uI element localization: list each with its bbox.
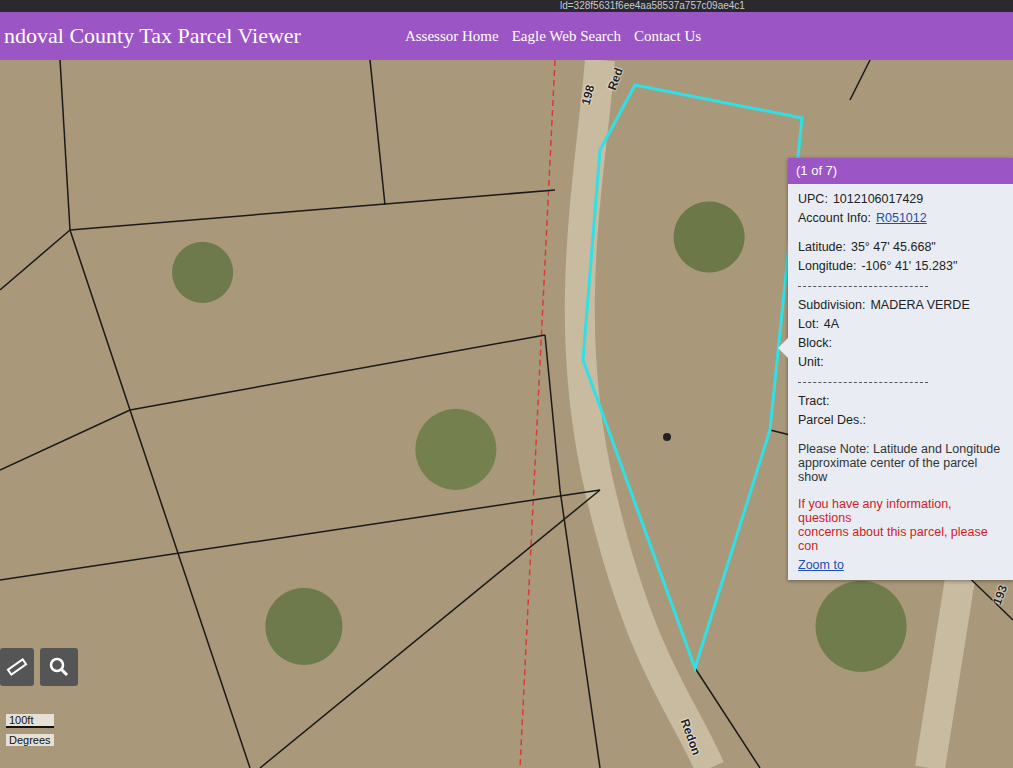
parcel-center-dot <box>663 433 671 441</box>
nav-link[interactable]: Assessor Home <box>405 28 499 45</box>
parcel-line[interactable] <box>560 490 600 768</box>
popup-field: Tract: <box>798 394 1007 410</box>
map-tools <box>0 648 78 686</box>
zoom-to-link[interactable]: Zoom to <box>798 558 1007 572</box>
parcel-line[interactable] <box>70 230 130 410</box>
field-label: Longitude: <box>798 259 856 275</box>
selected-parcel[interactable] <box>583 85 802 668</box>
field-label: Parcel Des.: <box>798 413 866 429</box>
parcel-line[interactable] <box>545 335 560 490</box>
parcel-viewer: ld=328f5631f6ee4aa58537a757c09ae4c1ndova… <box>0 0 1013 768</box>
url-text: ld=328f5631f6ee4aa58537a757c09ae4c1 <box>560 0 745 12</box>
field-value: 1012106017429 <box>833 192 923 208</box>
field-label: Tract: <box>798 394 829 410</box>
parcel-line[interactable] <box>370 60 385 205</box>
scale-bar: 100ft Degrees <box>6 714 54 746</box>
popup-warning: If you have any information, questionsco… <box>798 497 1007 553</box>
road-label: 193 <box>990 583 1010 607</box>
popup-field: Latitude: 35° 47' 45.668" <box>798 240 1007 256</box>
parcel-line[interactable] <box>0 490 600 580</box>
popup-divider <box>798 382 928 383</box>
app-title: ndoval County Tax Parcel Viewer <box>4 23 301 49</box>
parcel-popup: (1 of 7) UPC: 1012106017429 Account Info: R0… <box>788 158 1013 580</box>
field-label: Account Info: <box>798 211 871 227</box>
popup-field: Unit: <box>798 355 1007 371</box>
ruler-icon <box>6 656 28 678</box>
popup-header: (1 of 7) <box>788 158 1013 184</box>
popup-divider <box>798 286 928 287</box>
browser-address-bar[interactable]: ld=328f5631f6ee4aa58537a757c09ae4c1 <box>0 0 1013 12</box>
search-icon <box>48 656 70 678</box>
parcel-line[interactable] <box>260 490 600 768</box>
popup-field: UPC: 1012106017429 <box>798 192 1007 208</box>
header-nav: Assessor Home Eagle Web Search Contact Us <box>405 28 701 45</box>
parcel-line[interactable] <box>130 410 250 768</box>
field-label: Subdivision: <box>798 298 865 314</box>
nav-link[interactable]: Eagle Web Search <box>512 28 621 45</box>
field-value: MADERA VERDE <box>870 298 969 314</box>
popup-field: Lot: 4A <box>798 317 1007 333</box>
field-value: 4A <box>824 317 839 333</box>
parcel-line[interactable] <box>70 190 555 230</box>
parcel-line[interactable] <box>0 410 130 470</box>
popup-field: Parcel Des.: <box>798 413 1007 429</box>
field-label: Lot: <box>798 317 819 333</box>
popup-field: Subdivision: MADERA VERDE <box>798 298 1007 314</box>
scale-distance: 100ft <box>6 714 54 728</box>
popup-field: Account Info: R051012 <box>798 211 1007 227</box>
app-header: ndoval County Tax Parcel Viewer Assessor … <box>0 12 1013 60</box>
scale-units: Degrees <box>6 734 54 746</box>
popup-note: Please Note: Latitude and Longitudeappro… <box>798 442 1007 484</box>
popup-pointer <box>778 338 788 358</box>
map-canvas[interactable]: 198RedRedon193100ftDegrees(1 of 7)UPC:10… <box>0 60 1013 768</box>
field-label: Block: <box>798 336 832 352</box>
boundary-line <box>520 60 555 768</box>
field-label: UPC: <box>798 192 828 208</box>
field-value: -106° 41' 15.283" <box>861 259 957 275</box>
parcel-line[interactable] <box>130 335 545 410</box>
parcel-line[interactable] <box>0 230 70 290</box>
search-button[interactable] <box>40 648 78 686</box>
account-link[interactable]: R051012 <box>876 211 927 227</box>
field-value: 35° 47' 45.668" <box>851 240 936 256</box>
nav-link[interactable]: Contact Us <box>634 28 701 45</box>
popup-field: Longitude: -106° 41' 15.283" <box>798 259 1007 275</box>
measure-button[interactable] <box>0 648 34 686</box>
popup-body: UPC: 1012106017429 Account Info: R051012 Lat… <box>788 184 1013 580</box>
parcel-line[interactable] <box>60 60 70 230</box>
parcel-line[interactable] <box>850 60 870 100</box>
field-label: Unit: <box>798 355 824 371</box>
field-label: Latitude: <box>798 240 846 256</box>
popup-field: Block: <box>798 336 1007 352</box>
parcel-line[interactable] <box>695 668 760 768</box>
